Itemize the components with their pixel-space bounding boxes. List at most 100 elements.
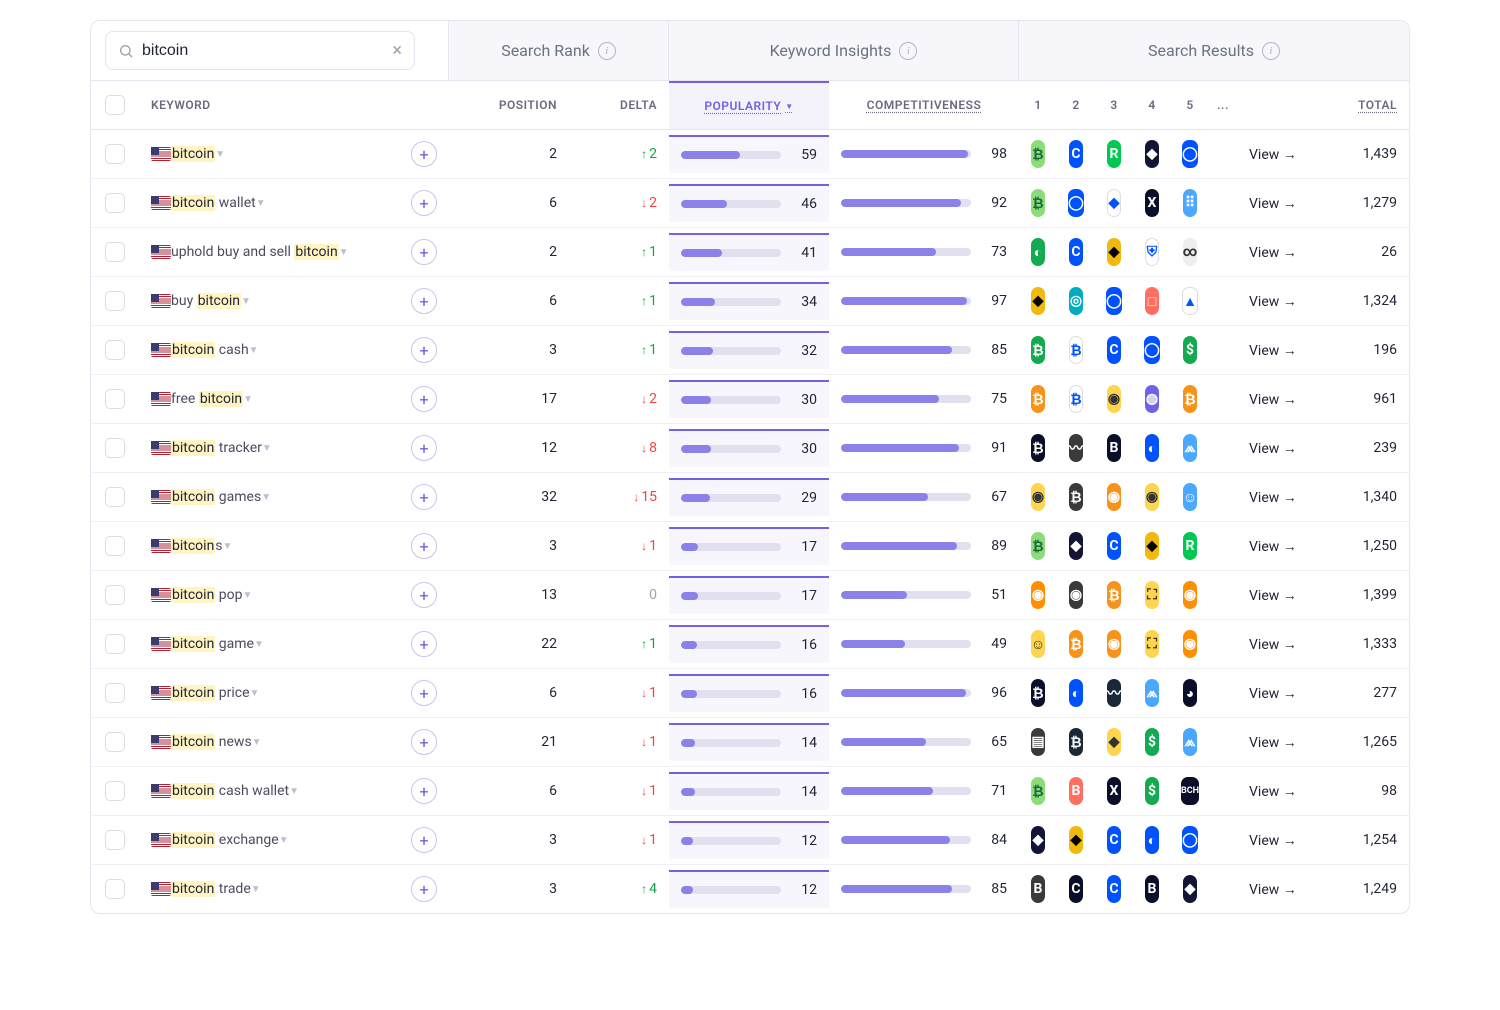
checkbox[interactable]: [105, 340, 125, 360]
checkbox[interactable]: [105, 879, 125, 899]
chevron-down-icon[interactable]: ▼: [279, 835, 289, 846]
checkbox[interactable]: [105, 634, 125, 654]
search-box[interactable]: ×: [105, 31, 415, 70]
chevron-down-icon[interactable]: ▼: [262, 443, 272, 454]
keyword-cell[interactable]: bitcoin exchange ▼ +: [139, 817, 449, 863]
app-icon-cell[interactable]: $: [1133, 718, 1171, 766]
app-icon-cell[interactable]: ∞: [1171, 228, 1209, 276]
app-icon-cell[interactable]: ◉: [1095, 473, 1133, 521]
row-checkbox-cell[interactable]: [91, 134, 139, 174]
add-keyword-button[interactable]: +: [411, 631, 437, 657]
chevron-down-icon[interactable]: ▼: [223, 541, 233, 552]
checkbox[interactable]: [105, 536, 125, 556]
app-icon-cell[interactable]: B: [1095, 424, 1133, 472]
view-cell[interactable]: View →: [1237, 185, 1309, 222]
view-link[interactable]: View →: [1249, 783, 1297, 800]
app-icon-cell[interactable]: ◉: [1171, 571, 1209, 619]
info-icon[interactable]: i: [1262, 42, 1280, 60]
keyword-cell[interactable]: bitcoin pop ▼ +: [139, 572, 449, 618]
app-icon-cell[interactable]: ◐: [1019, 228, 1057, 276]
app-icon-cell[interactable]: ⛨: [1133, 228, 1171, 276]
app-icon-cell[interactable]: B: [1019, 865, 1057, 913]
view-link[interactable]: View →: [1249, 440, 1297, 457]
app-icon-cell[interactable]: ◯: [1133, 326, 1171, 374]
app-icon-cell[interactable]: C: [1095, 816, 1133, 864]
add-keyword-button[interactable]: +: [411, 582, 437, 608]
app-icon-cell[interactable]: C: [1057, 228, 1095, 276]
checkbox[interactable]: [105, 389, 125, 409]
app-icon-cell[interactable]: ₿: [1019, 522, 1057, 570]
view-cell[interactable]: View →: [1237, 234, 1309, 271]
app-icon-cell[interactable]: 〰: [1095, 669, 1133, 717]
app-icon-cell[interactable]: ₿: [1019, 179, 1057, 227]
app-icon-cell[interactable]: ◆: [1019, 277, 1057, 325]
column-header-rank-4[interactable]: 4: [1133, 81, 1171, 129]
checkbox[interactable]: [105, 291, 125, 311]
app-icon-cell[interactable]: ⩕: [1133, 669, 1171, 717]
app-icon-cell[interactable]: ◯: [1095, 277, 1133, 325]
view-link[interactable]: View →: [1249, 832, 1297, 849]
keyword-cell[interactable]: bitcoin news ▼ +: [139, 719, 449, 765]
app-icon-cell[interactable]: ⩕: [1171, 424, 1209, 472]
app-icon-cell[interactable]: ◆: [1171, 865, 1209, 913]
row-checkbox-cell[interactable]: [91, 428, 139, 468]
app-icon-cell[interactable]: ◉: [1019, 473, 1057, 521]
view-cell[interactable]: View →: [1237, 871, 1309, 908]
app-icon-cell[interactable]: 〰: [1057, 424, 1095, 472]
app-icon-cell[interactable]: ◆: [1095, 179, 1133, 227]
chevron-down-icon[interactable]: ▼: [254, 639, 264, 650]
app-icon-cell[interactable]: ☺: [1019, 620, 1057, 668]
chevron-down-icon[interactable]: ▼: [241, 296, 251, 307]
row-checkbox-cell[interactable]: [91, 379, 139, 419]
add-keyword-button[interactable]: +: [411, 876, 437, 902]
app-icon-cell[interactable]: $: [1133, 767, 1171, 815]
view-link[interactable]: View →: [1249, 685, 1297, 702]
add-keyword-button[interactable]: +: [411, 680, 437, 706]
chevron-down-icon[interactable]: ▼: [339, 247, 349, 258]
column-header-popularity[interactable]: POPULARITY▼: [669, 81, 829, 129]
column-header-rank-3[interactable]: 3: [1095, 81, 1133, 129]
app-icon-cell[interactable]: ⛶: [1133, 620, 1171, 668]
row-checkbox-cell[interactable]: [91, 673, 139, 713]
app-icon-cell[interactable]: ◎: [1057, 277, 1095, 325]
checkbox[interactable]: [105, 830, 125, 850]
view-cell[interactable]: View →: [1237, 724, 1309, 761]
app-icon-cell[interactable]: C: [1095, 865, 1133, 913]
app-icon-cell[interactable]: ◆: [1133, 130, 1171, 178]
app-icon-cell[interactable]: ₿: [1057, 473, 1095, 521]
keyword-cell[interactable]: bitcoin wallet ▼ +: [139, 180, 449, 226]
checkbox[interactable]: [105, 732, 125, 752]
view-link[interactable]: View →: [1249, 587, 1297, 604]
row-checkbox-cell[interactable]: [91, 575, 139, 615]
app-icon-cell[interactable]: BCH: [1171, 767, 1209, 815]
app-icon-cell[interactable]: ◉: [1057, 571, 1095, 619]
app-icon-cell[interactable]: ◐: [1133, 424, 1171, 472]
app-icon-cell[interactable]: ◍: [1133, 375, 1171, 423]
view-link[interactable]: View →: [1249, 734, 1297, 751]
keyword-cell[interactable]: bitcoin cash ▼ +: [139, 327, 449, 373]
keyword-cell[interactable]: bitcoin games ▼ +: [139, 474, 449, 520]
checkbox[interactable]: [105, 487, 125, 507]
app-icon-cell[interactable]: ◆: [1133, 522, 1171, 570]
chevron-down-icon[interactable]: ▼: [251, 884, 261, 895]
keyword-cell[interactable]: free bitcoin ▼ +: [139, 376, 449, 422]
app-icon-cell[interactable]: ₿: [1019, 767, 1057, 815]
view-link[interactable]: View →: [1249, 636, 1297, 653]
app-icon-cell[interactable]: C: [1095, 326, 1133, 374]
view-link[interactable]: View →: [1249, 881, 1297, 898]
chevron-down-icon[interactable]: ▼: [289, 786, 299, 797]
info-icon[interactable]: i: [899, 42, 917, 60]
app-icon-cell[interactable]: ₿: [1019, 669, 1057, 717]
keyword-cell[interactable]: bitcoin ▼ +: [139, 131, 449, 177]
app-icon-cell[interactable]: C: [1095, 522, 1133, 570]
view-cell[interactable]: View →: [1237, 332, 1309, 369]
checkbox[interactable]: [105, 781, 125, 801]
row-checkbox-cell[interactable]: [91, 771, 139, 811]
app-icon-cell[interactable]: ☺: [1171, 473, 1209, 521]
column-header-rank-5[interactable]: 5: [1171, 81, 1209, 129]
add-keyword-button[interactable]: +: [411, 141, 437, 167]
app-icon-cell[interactable]: ◆: [1019, 816, 1057, 864]
app-icon-cell[interactable]: ◐: [1133, 816, 1171, 864]
add-keyword-button[interactable]: +: [411, 435, 437, 461]
row-checkbox-cell[interactable]: [91, 526, 139, 566]
